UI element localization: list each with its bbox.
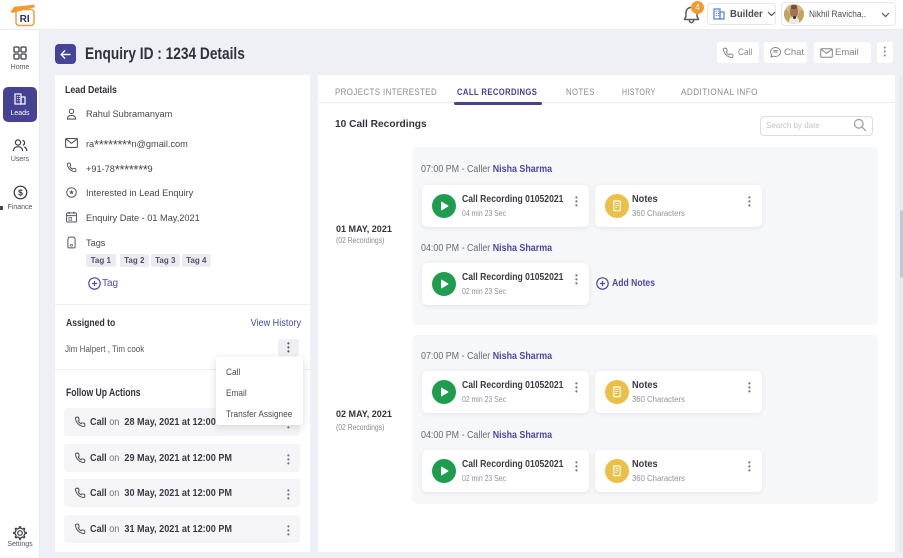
svg-text:$: $ (18, 188, 23, 198)
svg-text:RI: RI (20, 14, 30, 25)
